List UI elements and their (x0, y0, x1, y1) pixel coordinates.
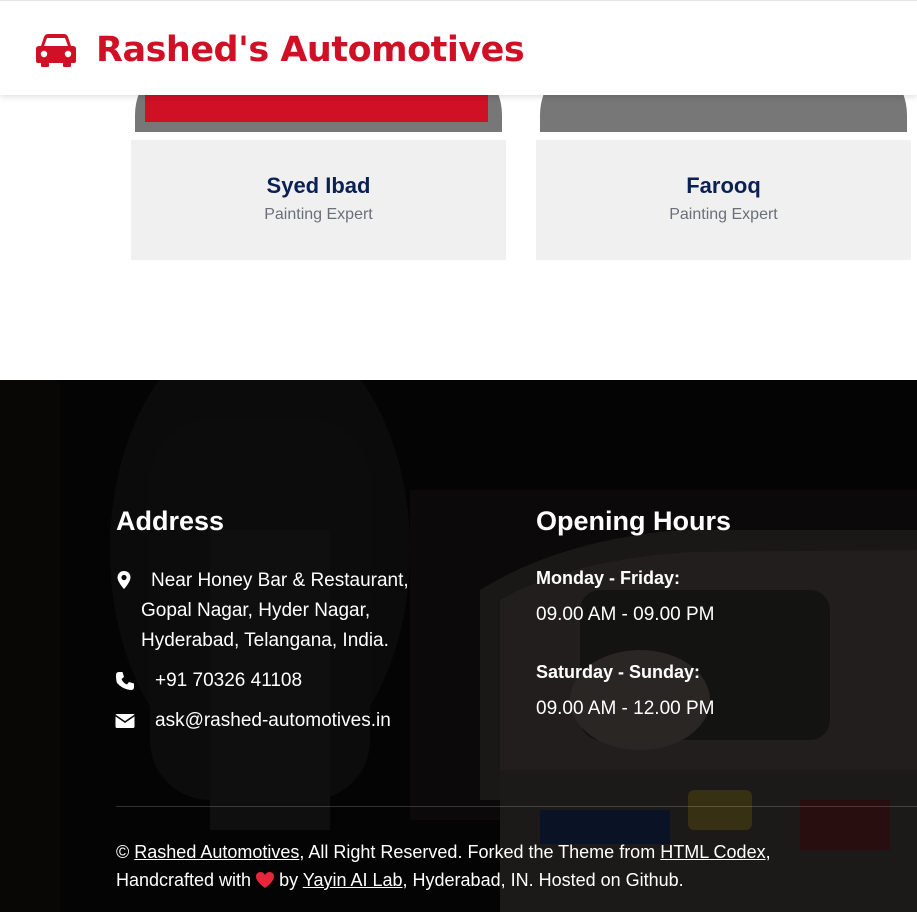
team-card: Syed Ibad Painting Expert (131, 95, 506, 260)
weekday-hours: 09.00 AM - 09.00 PM (536, 604, 715, 625)
brand-name: Rashed's Automotives (96, 30, 525, 70)
footer-divider (116, 806, 917, 807)
copyright-text-part: Handcrafted with (116, 870, 252, 890)
navbar: Rashed's Automotives (0, 0, 917, 95)
envelope-icon (115, 714, 135, 728)
copyright-text: © Rashed Automotives, All Right Reserved… (116, 838, 896, 894)
team-card: Farooq Painting Expert (536, 95, 911, 260)
team-member-name: Farooq (686, 173, 761, 198)
copyright-text-part: , Hyderabad, IN. Hosted on Github. (402, 870, 684, 890)
copyright-text-part: , (765, 842, 771, 862)
team-member-role: Painting Expert (669, 206, 778, 223)
heart-icon (256, 872, 275, 888)
team-card-body: Farooq Painting Expert (536, 140, 911, 260)
address-line: Near Honey Bar & Restaurant, (151, 570, 409, 591)
team-card-body: Syed Ibad Painting Expert (131, 140, 506, 260)
team-member-name: Syed Ibad (266, 173, 371, 198)
weekday-label: Monday - Friday: (536, 568, 681, 588)
phone-number[interactable]: +91 70326 41108 (155, 666, 302, 696)
address-heading: Address (116, 506, 225, 536)
team-member-role: Painting Expert (264, 206, 373, 223)
copyright-text-part: by (279, 870, 299, 890)
brand-link[interactable]: Rashed's Automotives (36, 30, 525, 70)
copyright-symbol: © (116, 842, 130, 862)
team-photo (536, 95, 911, 132)
copyright-text-part: , All Right Reserved. Forked the Theme f… (299, 842, 656, 862)
phone-icon (116, 672, 134, 690)
team-photo (131, 95, 506, 132)
address-line: Hyderabad, Telangana, India. (141, 630, 389, 651)
footer: Address Near Honey Bar & Restaurant, Gop… (0, 380, 917, 912)
site-link[interactable]: Rashed Automotives (134, 842, 299, 862)
yayin-ai-lab-link[interactable]: Yayin AI Lab (303, 870, 403, 890)
map-marker-icon (117, 571, 131, 589)
weekend-label: Saturday - Sunday: (536, 662, 701, 682)
footer-background-image (0, 380, 917, 912)
car-icon (36, 34, 76, 67)
html-codex-link[interactable]: HTML Codex (660, 842, 765, 862)
opening-hours-heading: Opening Hours (536, 506, 731, 536)
address-line: Gopal Nagar, Hyder Nagar, (141, 600, 371, 621)
weekend-hours: 09.00 AM - 12.00 PM (536, 698, 715, 719)
email-address[interactable]: ask@rashed-automotives.in (155, 706, 391, 736)
